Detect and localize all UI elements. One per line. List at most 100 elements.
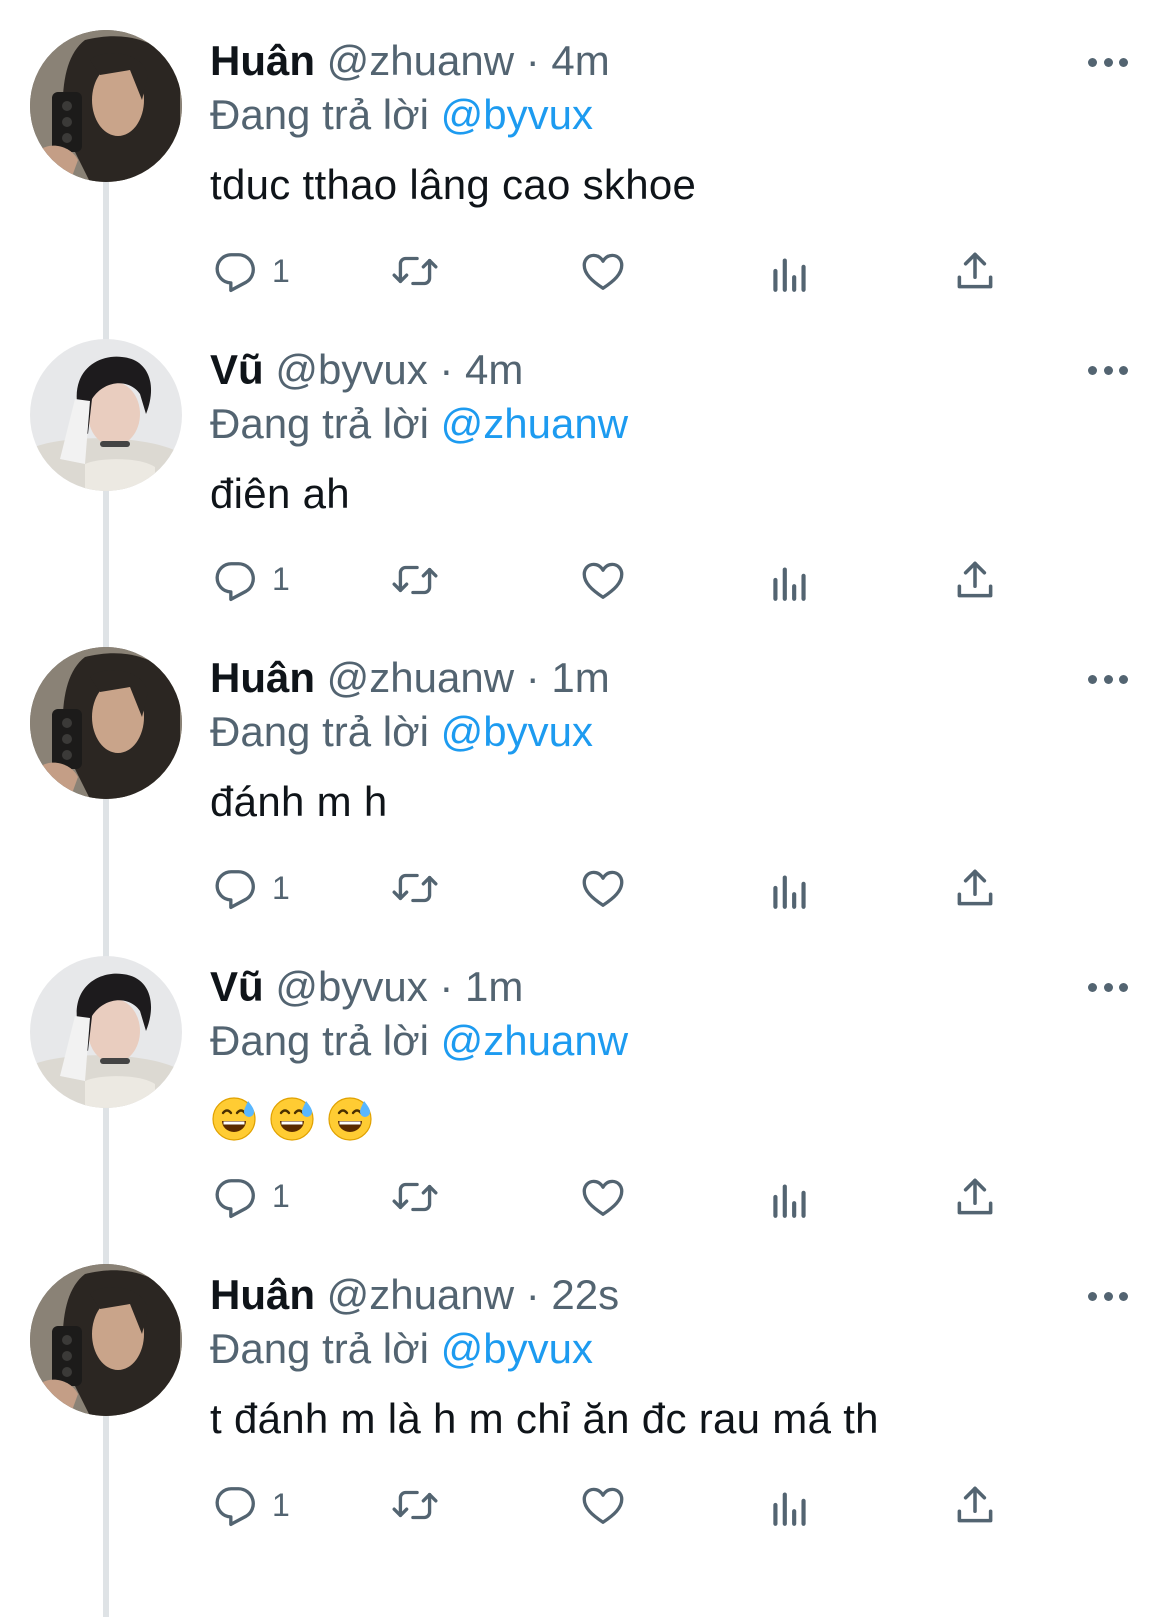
reply-button[interactable]: 1 xyxy=(210,860,290,916)
retweet-button[interactable] xyxy=(390,1477,440,1533)
heart-icon xyxy=(578,246,628,296)
huan-avatar[interactable] xyxy=(30,647,182,799)
more-icon[interactable] xyxy=(1088,1290,1128,1302)
like-button[interactable] xyxy=(578,1169,628,1225)
tweet-actions: 1 xyxy=(210,860,1030,916)
tweet-header: Huân @zhuanw · 4m xyxy=(210,34,610,88)
replying-to: Đang trả lời @byvux xyxy=(210,705,593,759)
tweet[interactable]: Huân @zhuanw · 22s Đang trả lời @byvux t… xyxy=(0,1234,1170,1552)
display-name[interactable]: Huân xyxy=(210,1271,315,1318)
tweet-header: Huân @zhuanw · 22s xyxy=(210,1268,619,1322)
views-button[interactable] xyxy=(765,860,815,916)
user-handle[interactable]: @byvux xyxy=(275,963,427,1010)
tweet-actions: 1 xyxy=(210,243,1030,299)
retweet-button[interactable] xyxy=(390,243,440,299)
tweet[interactable]: Huân @zhuanw · 1m Đang trả lời @byvux đá… xyxy=(0,617,1170,935)
reply-icon xyxy=(210,246,260,296)
separator-dot: · xyxy=(525,654,540,701)
replying-prefix: Đang trả lời xyxy=(210,708,429,755)
views-icon xyxy=(765,246,815,296)
like-button[interactable] xyxy=(578,860,628,916)
timestamp[interactable]: 1m xyxy=(551,654,609,701)
like-button[interactable] xyxy=(578,243,628,299)
tweet[interactable]: Vũ @byvux · 4m Đang trả lời @zhuanw điên… xyxy=(0,309,1170,627)
replying-prefix: Đang trả lời xyxy=(210,399,429,447)
views-button[interactable] xyxy=(765,1169,815,1225)
huan-avatar[interactable] xyxy=(30,1264,182,1416)
heart-icon xyxy=(578,1172,628,1222)
like-button[interactable] xyxy=(578,1477,628,1533)
heart-icon xyxy=(578,1480,628,1530)
reply-button[interactable]: 1 xyxy=(210,1169,290,1225)
tweet-text xyxy=(210,1090,384,1144)
reply-count: 1 xyxy=(272,1178,290,1214)
user-handle[interactable]: @zhuanw xyxy=(327,654,514,701)
more-icon[interactable] xyxy=(1088,673,1128,685)
grinning-sweat-emoji xyxy=(210,1095,258,1143)
views-icon xyxy=(765,1172,815,1222)
heart-icon xyxy=(578,555,628,605)
reply-icon xyxy=(210,1480,260,1530)
reply-icon xyxy=(210,863,260,913)
grinning-sweat-emoji xyxy=(268,1095,316,1143)
share-button[interactable] xyxy=(950,1169,1000,1225)
replying-mention[interactable]: @byvux xyxy=(441,91,593,138)
retweet-button[interactable] xyxy=(390,1169,440,1225)
retweet-icon xyxy=(390,246,440,296)
timestamp[interactable]: 22s xyxy=(551,1271,619,1318)
more-icon[interactable] xyxy=(1088,982,1128,994)
timestamp[interactable]: 4m xyxy=(551,37,609,84)
separator-dot: · xyxy=(439,962,454,1010)
views-button[interactable] xyxy=(765,552,815,608)
replying-prefix: Đang trả lời xyxy=(210,1016,429,1064)
views-button[interactable] xyxy=(765,1477,815,1533)
retweet-icon xyxy=(390,1172,440,1222)
display-name[interactable]: Huân xyxy=(210,654,315,701)
replying-mention[interactable]: @byvux xyxy=(441,1325,593,1372)
replying-mention[interactable]: @zhuanw xyxy=(441,400,628,447)
display-name[interactable]: Huân xyxy=(210,37,315,84)
replying-to: Đang trả lời @byvux xyxy=(210,1322,593,1376)
share-button[interactable] xyxy=(950,243,1000,299)
views-button[interactable] xyxy=(765,243,815,299)
tweet-text: tduc tthao lâng cao skhoe xyxy=(210,161,697,208)
reply-count: 1 xyxy=(272,869,290,906)
user-handle[interactable]: @zhuanw xyxy=(327,1271,514,1318)
retweet-icon xyxy=(390,863,440,913)
reply-button[interactable]: 1 xyxy=(210,243,290,299)
heart-icon xyxy=(578,863,628,913)
user-handle[interactable]: @byvux xyxy=(275,346,427,393)
reply-button[interactable]: 1 xyxy=(210,552,290,608)
like-button[interactable] xyxy=(578,552,628,608)
timestamp[interactable]: 1m xyxy=(465,963,523,1010)
share-button[interactable] xyxy=(950,1477,1000,1533)
tweet-actions: 1 xyxy=(210,1477,1030,1533)
replying-mention[interactable]: @zhuanw xyxy=(441,1017,628,1064)
retweet-button[interactable] xyxy=(390,860,440,916)
display-name[interactable]: Vũ xyxy=(210,963,264,1010)
vu-avatar[interactable] xyxy=(30,339,182,491)
display-name[interactable]: Vũ xyxy=(210,346,264,393)
replying-to: Đang trả lời @zhuanw xyxy=(210,1014,628,1068)
tweet[interactable]: Vũ @byvux · 1m Đang trả lời @zhuanw 1 xyxy=(0,926,1170,1244)
reply-button[interactable]: 1 xyxy=(210,1477,290,1533)
tweet-text: t đánh m là h m chỉ ăn đc rau má th xyxy=(210,1395,879,1442)
tweet[interactable]: Huân @zhuanw · 4m Đang trả lời @byvux td… xyxy=(0,0,1170,318)
replying-mention[interactable]: @byvux xyxy=(441,708,593,755)
retweet-button[interactable] xyxy=(390,552,440,608)
views-icon xyxy=(765,555,815,605)
share-button[interactable] xyxy=(950,860,1000,916)
tweet-text: điên ah xyxy=(210,469,350,517)
vu-avatar[interactable] xyxy=(30,956,182,1108)
huan-avatar[interactable] xyxy=(30,30,182,182)
tweet-header: Vũ @byvux · 4m xyxy=(210,343,523,397)
replying-prefix: Đang trả lời xyxy=(210,1325,429,1372)
timestamp[interactable]: 4m xyxy=(465,346,523,393)
more-icon[interactable] xyxy=(1088,56,1128,68)
user-handle[interactable]: @zhuanw xyxy=(327,37,514,84)
share-icon xyxy=(950,246,1000,296)
separator-dot: · xyxy=(525,1271,540,1318)
replying-prefix: Đang trả lời xyxy=(210,91,429,138)
more-icon[interactable] xyxy=(1088,365,1128,377)
share-button[interactable] xyxy=(950,552,1000,608)
